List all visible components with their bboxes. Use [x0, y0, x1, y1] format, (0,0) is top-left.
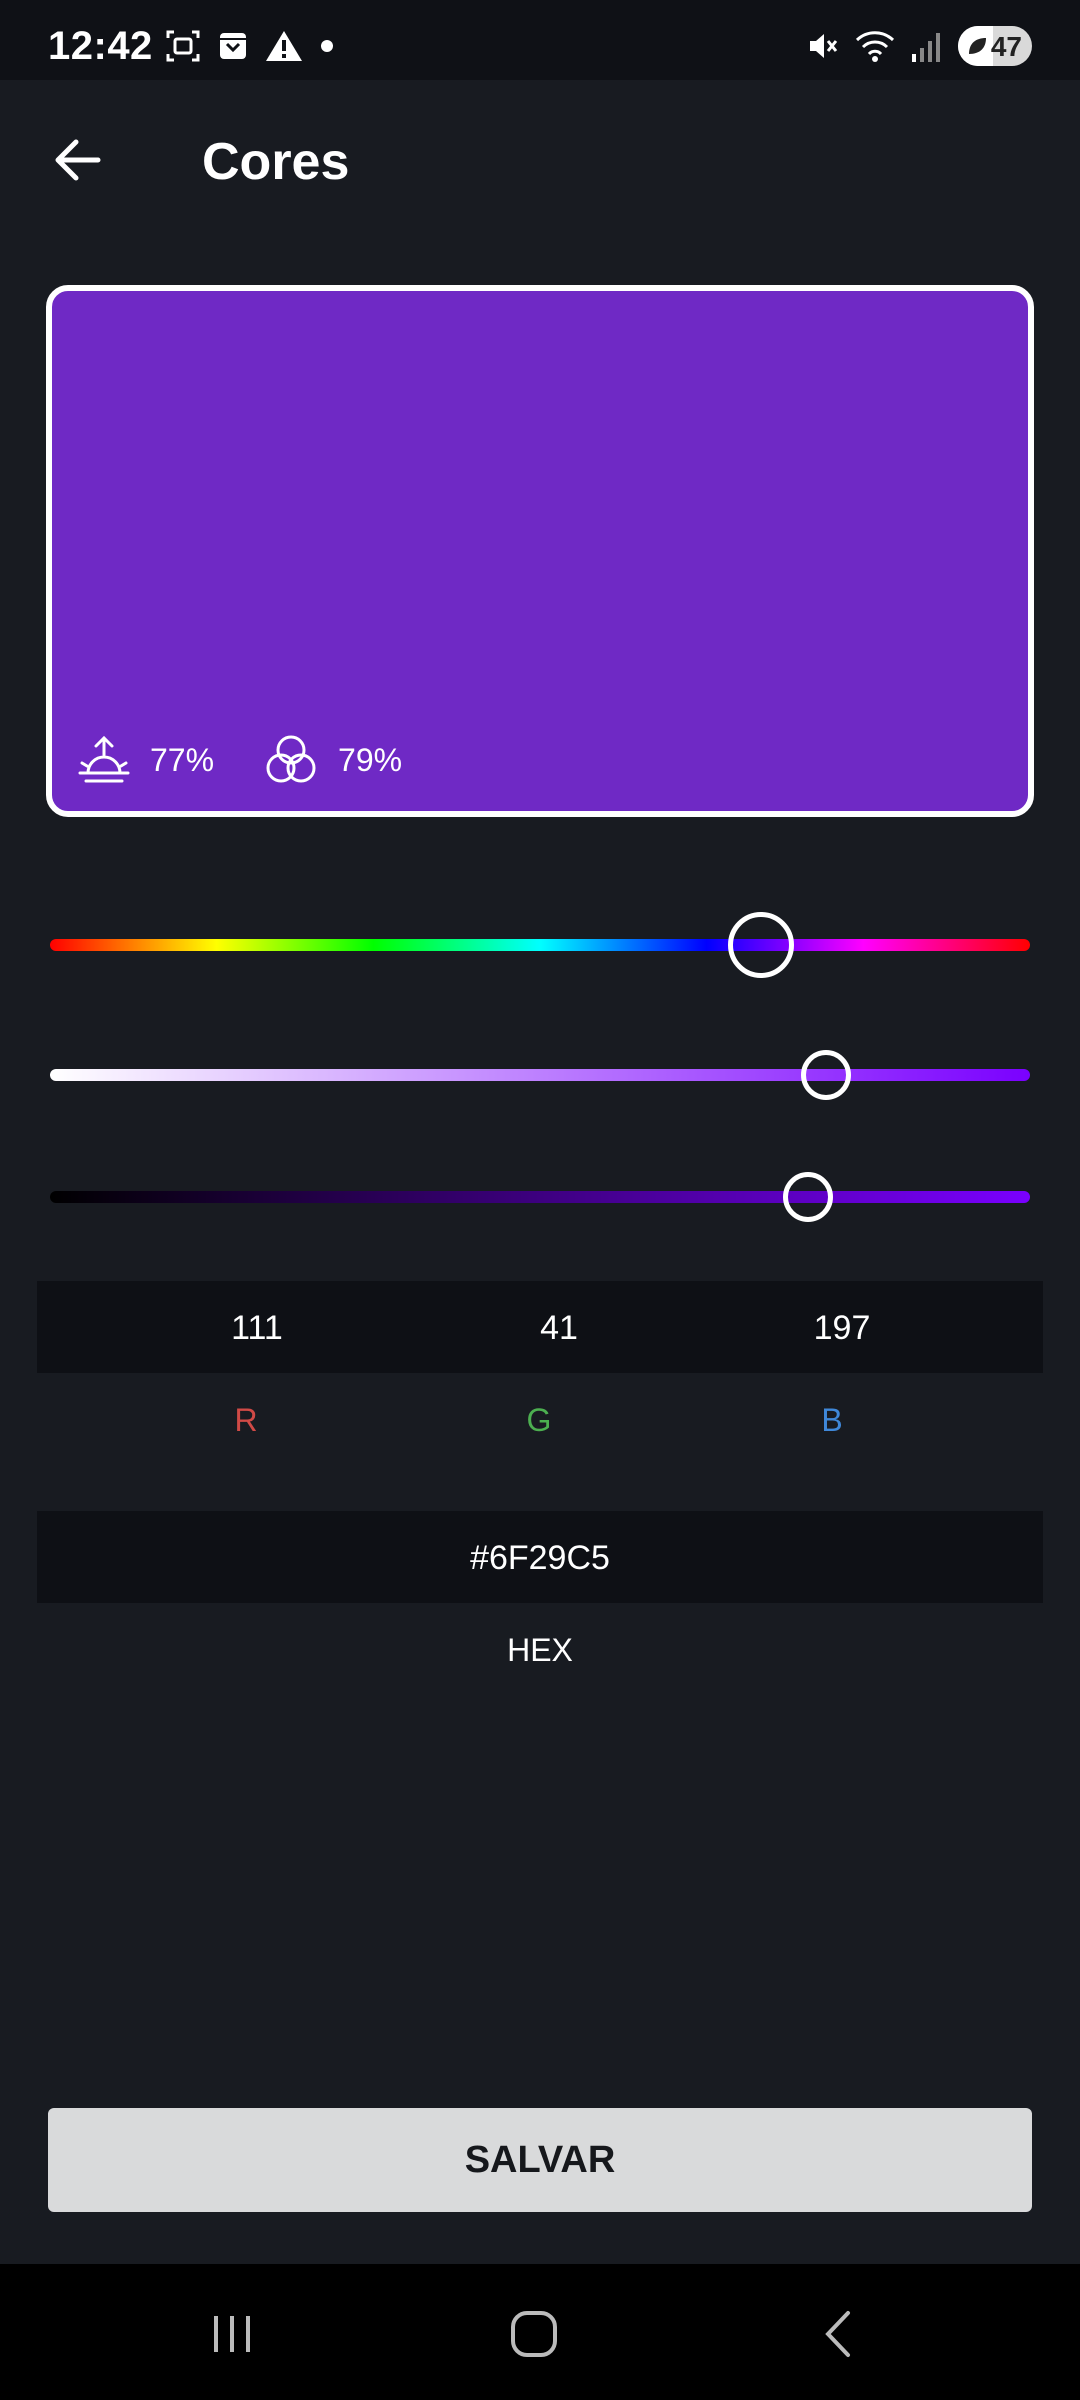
- status-bar: 12:42 47: [0, 0, 1080, 80]
- saturation-stat: 79%: [262, 733, 402, 787]
- battery-indicator: 47: [958, 26, 1032, 66]
- green-value[interactable]: 41: [540, 1309, 578, 1348]
- recent-apps-button[interactable]: [192, 2304, 272, 2364]
- warning-icon: [266, 31, 302, 61]
- arrow-left-icon: [55, 139, 101, 181]
- dot-icon: [321, 40, 333, 52]
- brightness-value: 77%: [150, 741, 215, 778]
- status-system-icons: 47: [804, 26, 1032, 66]
- system-nav-bar: [0, 2264, 1080, 2400]
- signal-icon: [912, 33, 940, 62]
- home-icon: [511, 2311, 557, 2357]
- red-label: R: [234, 1402, 258, 1438]
- color-circles-icon: [266, 735, 316, 783]
- archive-icon: [220, 33, 246, 59]
- recent-apps-icon: [214, 2316, 250, 2352]
- wifi-icon: [855, 31, 895, 62]
- home-button[interactable]: [494, 2304, 574, 2364]
- status-time: 12:42: [48, 24, 153, 68]
- mute-icon: [810, 34, 838, 58]
- app-bar: Cores: [0, 80, 1080, 240]
- hue-slider-track[interactable]: [50, 939, 1030, 951]
- hex-value[interactable]: #6F29C5: [37, 1539, 1043, 1578]
- save-button[interactable]: SALVAR: [48, 2108, 1032, 2212]
- chevron-left-icon: [825, 2311, 850, 2357]
- screenshot-icon: [166, 30, 200, 62]
- rgb-values-field[interactable]: 111 41 197: [37, 1281, 1043, 1373]
- hex-field[interactable]: #6F29C5: [37, 1511, 1043, 1603]
- color-preview: 77% 79%: [46, 285, 1034, 817]
- red-value[interactable]: 111: [231, 1309, 283, 1348]
- hue-slider-thumb[interactable]: [727, 912, 794, 978]
- saturation-slider-track[interactable]: [50, 1069, 1030, 1081]
- hex-label: HEX: [507, 1632, 573, 1668]
- blue-value[interactable]: 197: [814, 1309, 871, 1348]
- leaf-icon: [969, 38, 986, 54]
- saturation-value: 79%: [338, 741, 403, 778]
- battery-percentage: 47: [990, 31, 1022, 62]
- back-button[interactable]: [50, 130, 110, 190]
- blue-label: B: [821, 1402, 843, 1438]
- value-slider-thumb[interactable]: [782, 1172, 833, 1222]
- sunrise-icon: [78, 735, 130, 783]
- green-label: G: [526, 1402, 552, 1438]
- brightness-stat: 77%: [76, 735, 214, 785]
- nav-back-button[interactable]: [798, 2304, 878, 2364]
- page-title: Cores: [202, 133, 350, 191]
- saturation-slider-thumb[interactable]: [801, 1050, 852, 1100]
- status-notification-icons: [165, 28, 335, 64]
- preview-stats: 77% 79%: [76, 733, 432, 787]
- value-slider-track[interactable]: [50, 1191, 1030, 1203]
